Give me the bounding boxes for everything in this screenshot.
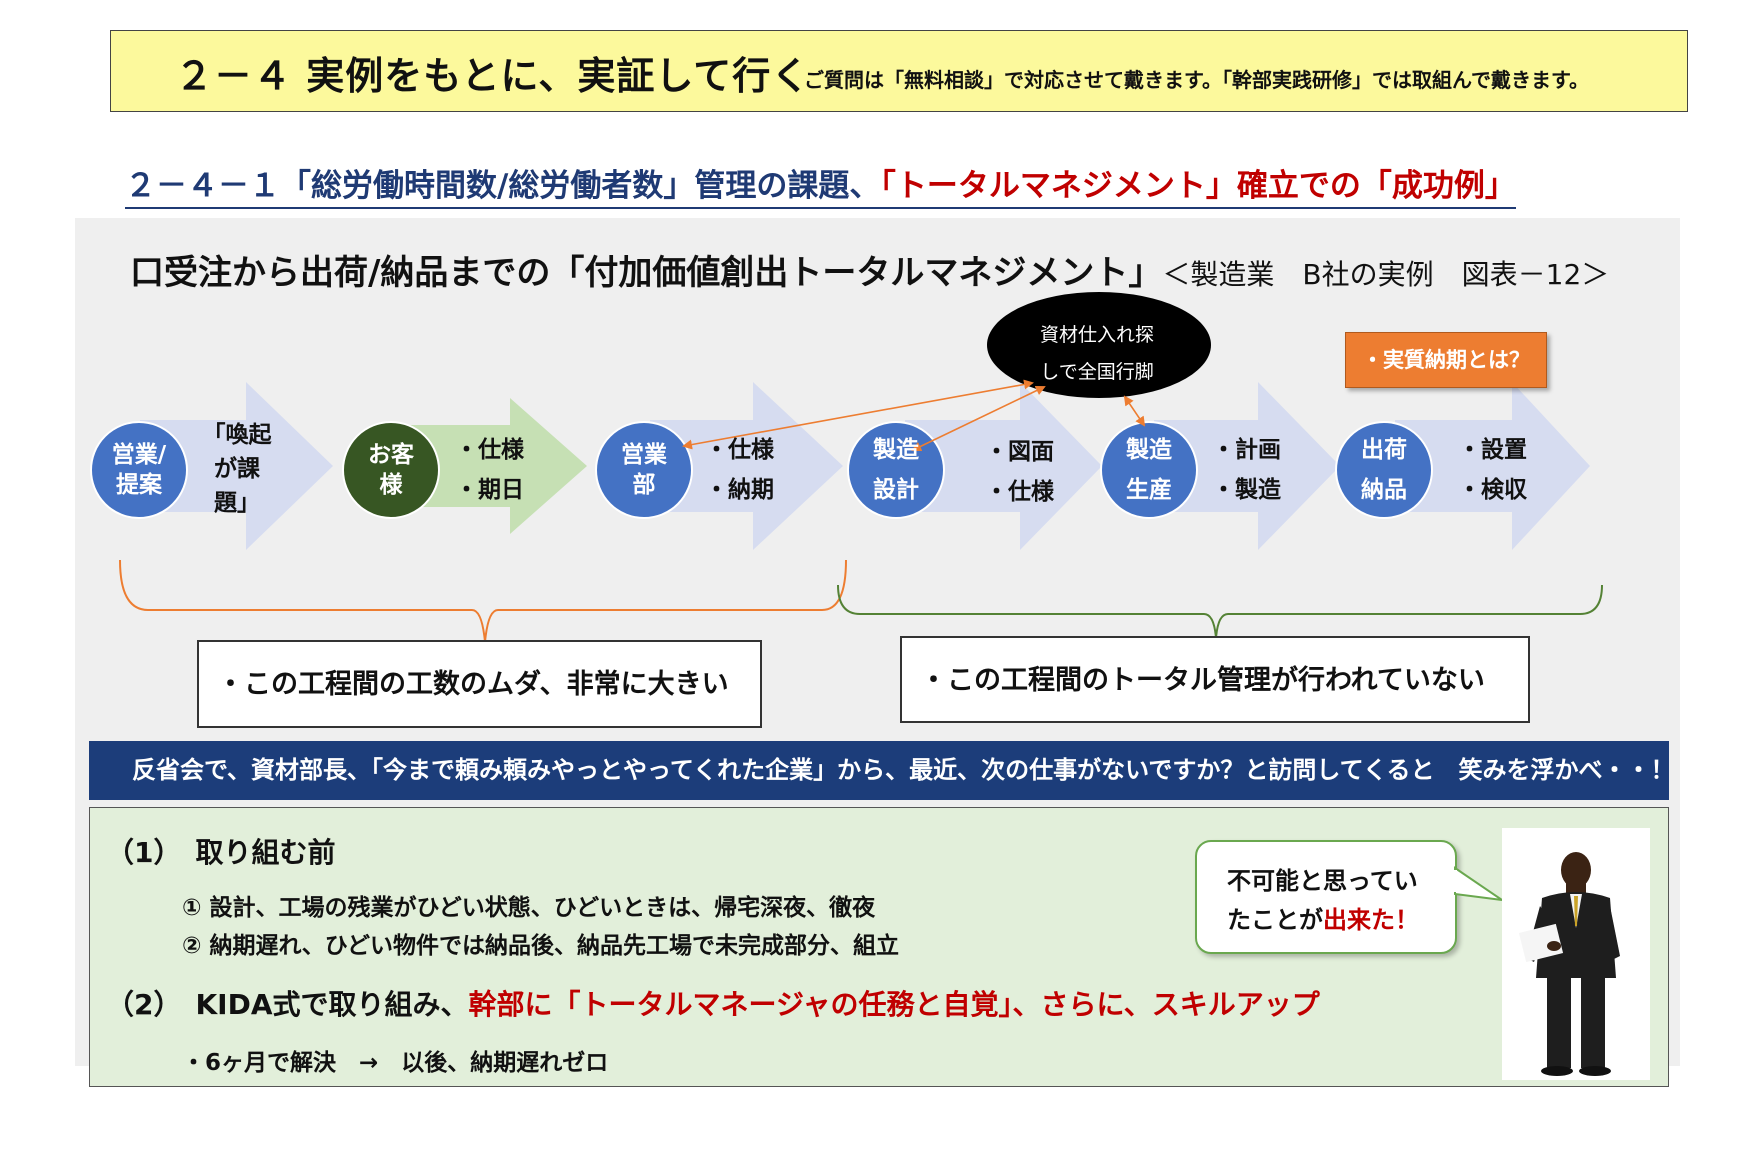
step-text-sales-dept: ・仕様 ・納期 xyxy=(705,437,774,503)
step-label-sales-dept: 営業部 xyxy=(621,442,667,498)
after-title-prefix: （2） KIDA式で取り組み、 xyxy=(106,988,469,1021)
connector-bubble-production xyxy=(1123,395,1146,427)
after-result: ・6ヶ月で解決 → 以後、納期遅れゼロ xyxy=(182,1050,609,1076)
brace-left xyxy=(119,559,847,643)
note-box-no-management: ・この工程間のトータル管理が行われていない xyxy=(900,636,1530,723)
step-label-design: 製造 設計 xyxy=(873,437,919,503)
step-label-customer: お客様 xyxy=(368,442,414,498)
before-item-1: ① 設計、工場の残業がひどい状態、ひどいときは、帰宅深夜、徹夜 xyxy=(182,895,876,921)
after-title-highlight: 幹部に「トータルマネージャの任務と自覚」、さらに、スキルアップ xyxy=(468,988,1320,1021)
speech-bubble-tail xyxy=(1452,866,1503,901)
note-box-waste: ・この工程間の工数のムダ、非常に大きい xyxy=(197,640,762,728)
speech-text: 不可能と思ってい たことが出来た！ xyxy=(1227,867,1419,934)
step-label-sales-proposal: 営業/提案 xyxy=(111,442,167,498)
delivery-callout: ・実質納期とは？ xyxy=(1345,332,1547,388)
speech-bubble: 不可能と思ってい たことが出来た！ xyxy=(1195,840,1457,954)
step-text-customer: ・仕様 ・期日 xyxy=(455,437,524,503)
after-title: （2） KIDA式で取り組み、幹部に「トータルマネージャの任務と自覚」、さらに、… xyxy=(106,983,1320,1023)
step-label-production: 製造 生産 xyxy=(1126,437,1172,503)
before-title: （1） 取り組む前 xyxy=(106,836,336,869)
before-item-2: ② 納期遅れ、ひどい物件では納品後、納品先工場で未完成部分、組立 xyxy=(182,933,900,959)
brace-right xyxy=(837,584,1603,639)
businessman-photo xyxy=(1502,828,1650,1080)
step-text-sales-proposal: 「喚起 が課 題」 xyxy=(202,422,272,516)
step-text-production: ・計画 ・製造 xyxy=(1212,437,1281,503)
step-label-shipping: 出荷 納品 xyxy=(1361,437,1407,503)
businessman-figure xyxy=(1518,852,1620,1076)
bubble-text: 資材仕入れ探 しで全国行脚 xyxy=(1039,324,1155,383)
reflection-banner: 反省会で、資材部長、「今まで頼み頼みやっとやってくれた企業」から、最近、次の仕事… xyxy=(89,741,1674,800)
step-text-design: ・図面 ・仕様 xyxy=(985,439,1054,505)
step-text-shipping: ・設置 ・検収 xyxy=(1458,437,1527,503)
